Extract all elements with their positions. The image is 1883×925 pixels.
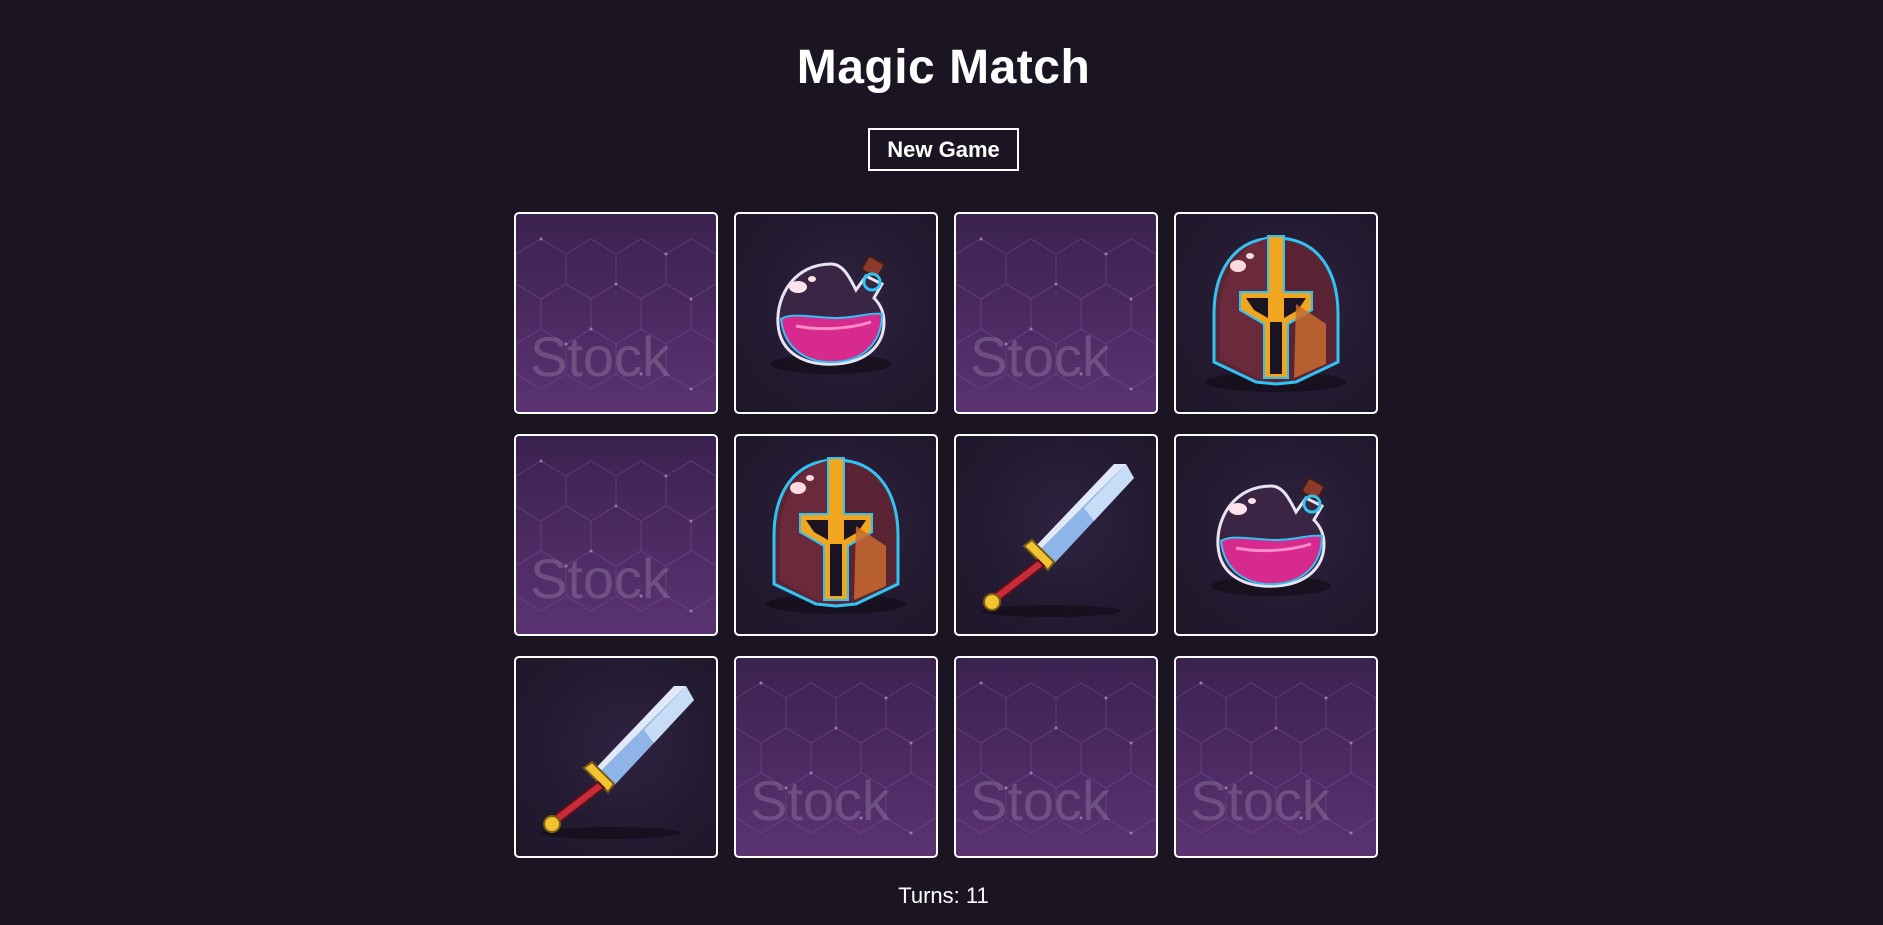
svg-text:Stock: Stock <box>530 325 671 388</box>
svg-text:Stock: Stock <box>970 769 1111 832</box>
svg-text:Stock: Stock <box>1190 769 1331 832</box>
card-9[interactable] <box>514 656 718 858</box>
page-title: Magic Match <box>796 41 1091 94</box>
new-game-button[interactable]: New Game <box>868 128 1019 171</box>
card-grid: Stock Stock Stock Stock Stock Stock <box>514 212 1378 860</box>
sword-icon <box>516 658 716 856</box>
turns-value: 11 <box>965 883 989 908</box>
potion-icon <box>736 214 936 412</box>
card-back-icon: Stock <box>516 214 716 412</box>
svg-text:Stock: Stock <box>970 325 1111 388</box>
card-5[interactable]: Stock <box>514 434 718 636</box>
card-12[interactable]: Stock <box>1174 656 1378 858</box>
card-8[interactable] <box>1174 434 1378 636</box>
card-back-icon: Stock <box>956 658 1156 856</box>
card-7[interactable] <box>954 434 1158 636</box>
turns-counter: Turns: 11 <box>0 882 1883 910</box>
potion-icon <box>1176 436 1376 634</box>
card-3[interactable]: Stock <box>954 212 1158 414</box>
card-back-icon: Stock <box>1176 658 1376 856</box>
card-back-icon: Stock <box>736 658 936 856</box>
turns-label: Turns: <box>898 883 960 908</box>
helmet-icon <box>736 436 936 634</box>
card-2[interactable] <box>734 212 938 414</box>
card-1[interactable]: Stock <box>514 212 718 414</box>
sword-icon <box>956 436 1156 634</box>
card-back-icon: Stock <box>516 436 716 634</box>
magic-match-app: Magic Match New Game Stock Stock Stock S… <box>0 0 1883 925</box>
helmet-icon <box>1176 214 1376 412</box>
card-10[interactable]: Stock <box>734 656 938 858</box>
card-6[interactable] <box>734 434 938 636</box>
card-4[interactable] <box>1174 212 1378 414</box>
svg-text:Stock: Stock <box>530 547 671 610</box>
svg-text:Stock: Stock <box>750 769 891 832</box>
card-back-icon: Stock <box>956 214 1156 412</box>
card-11[interactable]: Stock <box>954 656 1158 858</box>
